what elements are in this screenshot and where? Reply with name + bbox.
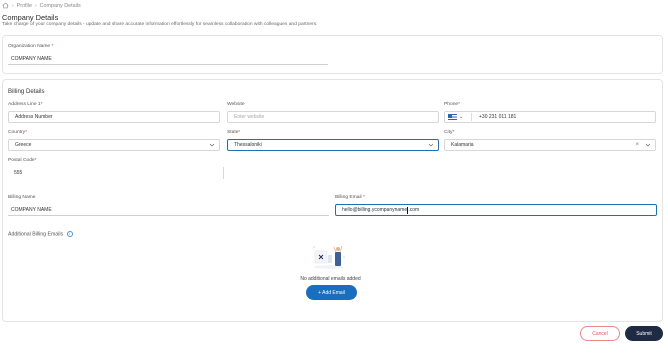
country-select[interactable]: Greece [8, 139, 220, 151]
organization-name-input[interactable]: COMPANY NAME [8, 53, 328, 65]
clear-icon[interactable]: × [635, 141, 639, 149]
breadcrumb-separator-icon: › [34, 2, 37, 9]
website-label: Website [227, 102, 245, 107]
phone-input[interactable]: ⌄ +30 231 011 181 [444, 111, 656, 123]
billing-email-input[interactable]: hello@billing.ycompanyname .com [335, 204, 657, 216]
phone-value: +30 231 011 181 [479, 114, 517, 120]
chevron-down-icon [209, 143, 215, 147]
billing-name-value: COMPANY NAME [11, 206, 52, 213]
organization-name-label: Organization Name * [8, 44, 54, 49]
phone-divider [471, 113, 472, 121]
cancel-button[interactable]: Cancel [580, 326, 620, 341]
organization-name-value: COMPANY NAME [11, 55, 52, 62]
country-value: Greece [15, 142, 32, 148]
website-placeholder: Enter website [234, 114, 265, 120]
website-input[interactable]: Enter website [227, 111, 439, 123]
country-code-selector[interactable]: ⌄ [448, 113, 470, 121]
postal-code-input[interactable]: 555 [8, 167, 224, 179]
additional-emails-label: Additional Billing Emails i [8, 231, 73, 237]
phone-label: Phone* [444, 102, 461, 107]
page-subtitle: Take charge of your company details - up… [2, 22, 318, 27]
billing-name-label: Billing Name [8, 195, 36, 200]
billing-section-title: Billing Details [8, 88, 45, 95]
breadcrumb-separator-icon: › [12, 2, 14, 9]
organization-card: Organization Name * COMPANY NAME [2, 35, 663, 74]
postal-code-value: 555 [14, 170, 23, 176]
chevron-down-icon [428, 143, 434, 147]
greece-flag-icon [448, 114, 457, 120]
submit-button[interactable]: Submit [625, 326, 663, 341]
chevron-down-icon [645, 143, 651, 147]
billing-email-value-end: .com [408, 207, 420, 213]
country-label: Country* [8, 130, 28, 135]
page-title: Company Details [2, 13, 59, 22]
breadcrumb-item-profile[interactable]: Profile [17, 3, 32, 9]
breadcrumb: › Profile › Company Details [2, 1, 81, 10]
billing-name-input[interactable]: COMPANY NAME [8, 204, 329, 216]
chevron-down-icon: ⌄ [459, 114, 464, 120]
state-value: Thessaloniki [234, 142, 262, 148]
empty-emails-text: No additional emails added [300, 276, 361, 282]
city-select[interactable]: Kalamaria × [444, 139, 656, 151]
address-value: Address Number [15, 114, 53, 120]
empty-mailbox-illustration-icon [313, 245, 345, 269]
state-label: State* [227, 130, 241, 135]
address-label: Address Line 1* [8, 102, 43, 107]
state-select[interactable]: Thessaloniki [227, 139, 439, 151]
billing-email-value: hello@billing.ycompanyname [342, 207, 408, 213]
city-value: Kalamaria [451, 142, 474, 148]
billing-email-label: Billing Email * [335, 195, 365, 200]
address-input[interactable]: Address Number [8, 111, 220, 123]
postal-code-label: Postal Code* [8, 158, 37, 163]
home-icon[interactable] [2, 2, 9, 9]
breadcrumb-item-company-details: Company Details [39, 2, 81, 9]
city-label: City* [444, 130, 455, 135]
info-icon[interactable]: i [66, 231, 73, 237]
add-email-button[interactable]: + Add Email [306, 285, 357, 300]
